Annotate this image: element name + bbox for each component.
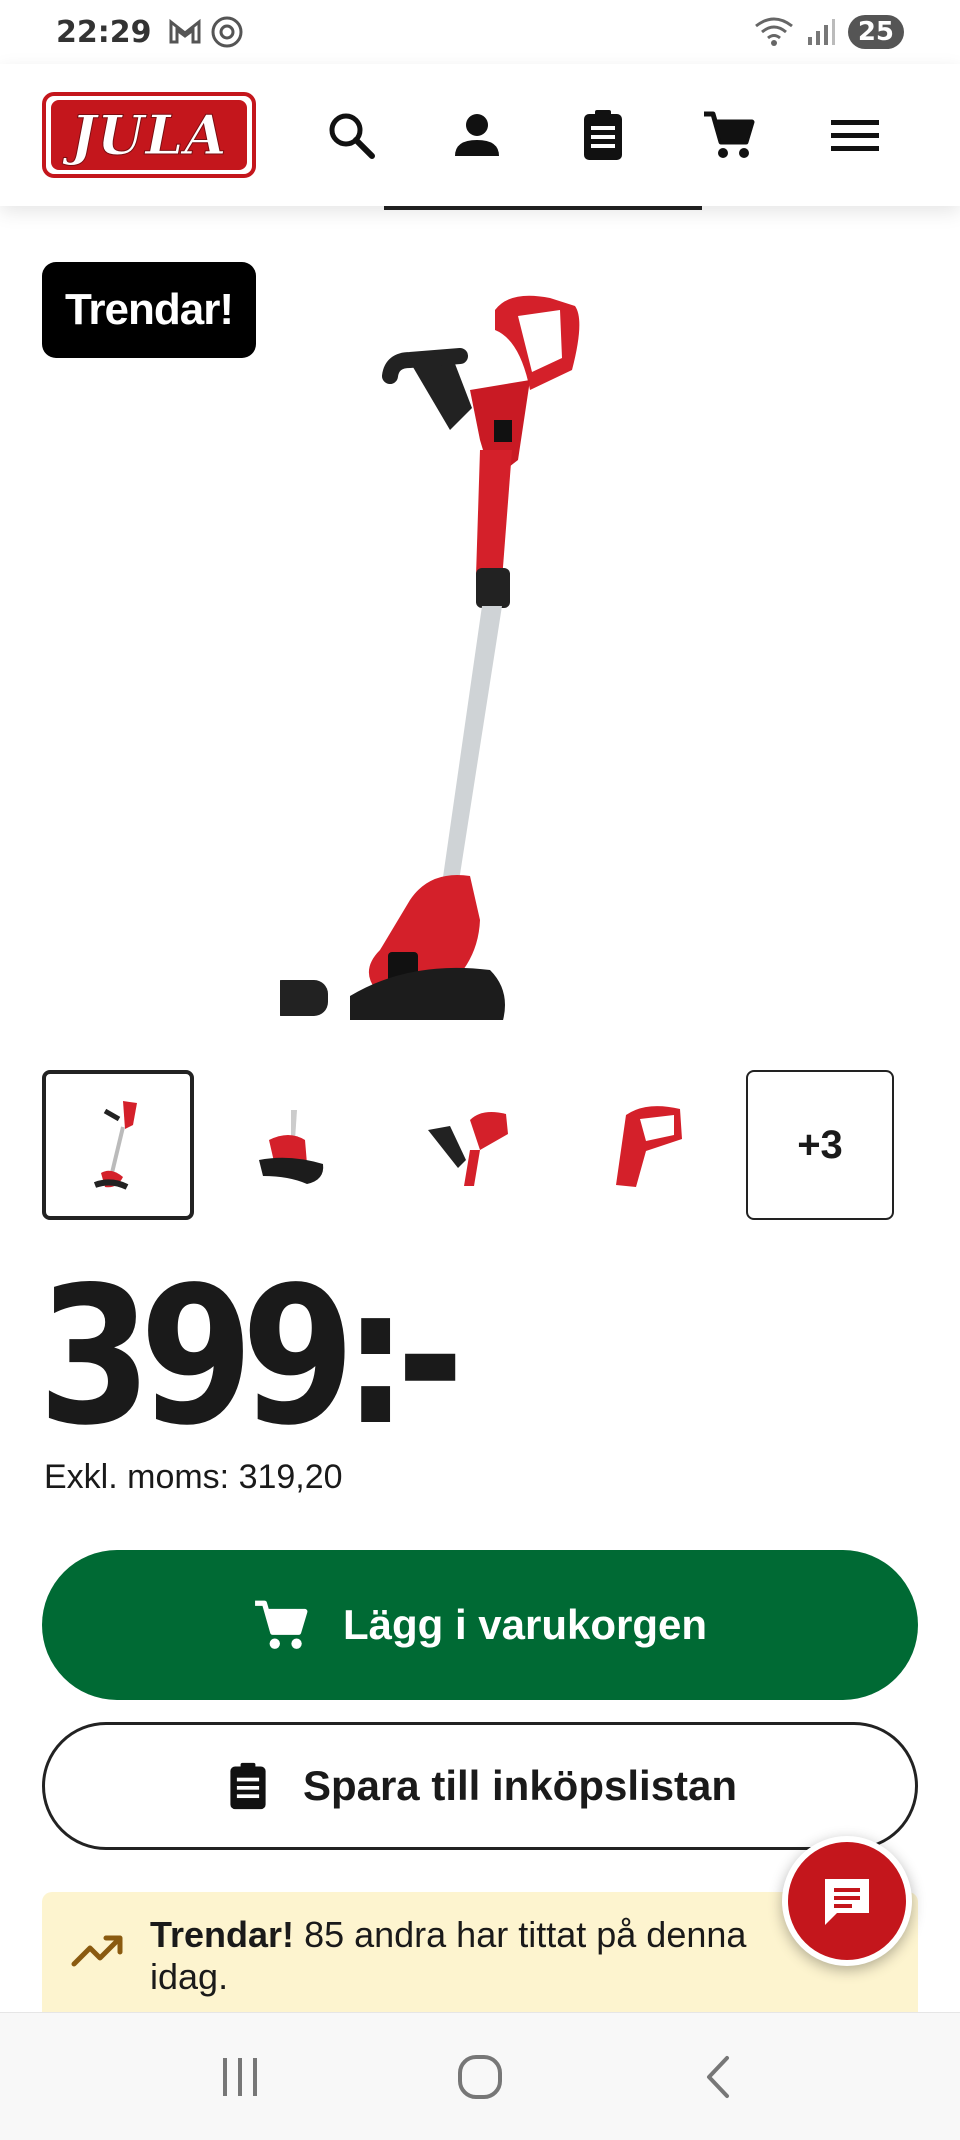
more-images-button[interactable]: +3	[746, 1070, 894, 1220]
site-header: JULA	[0, 64, 960, 206]
trimmer-head-thumbnail-icon	[259, 1110, 324, 1184]
product-price: 399:-	[38, 1246, 464, 1467]
header-icons	[288, 100, 918, 170]
chat-button[interactable]	[782, 1836, 912, 1966]
status-bar: 22:29 25	[0, 0, 960, 64]
wifi-icon	[754, 17, 793, 46]
product-thumbnails: +3	[42, 1070, 894, 1220]
trimmer-grip-thumbnail-icon	[616, 1106, 682, 1187]
trimmer-handle-thumbnail-icon	[428, 1112, 508, 1186]
thumbnail-1[interactable]	[42, 1070, 194, 1220]
save-to-list-label: Spara till inköpslistan	[302, 1762, 738, 1809]
menu-icon	[831, 120, 879, 151]
shopping-list-button[interactable]	[540, 100, 666, 170]
shopping-list-icon	[584, 110, 622, 160]
battery-indicator: 25	[847, 15, 904, 49]
cart-icon	[704, 111, 755, 158]
back-icon	[707, 2055, 729, 2098]
recent-apps-icon	[223, 2057, 257, 2096]
trending-info-text: Trendar! 85 andra har tittat på denna id…	[150, 1914, 770, 1998]
jula-logo[interactable]: JULA	[42, 92, 256, 178]
thumbnail-2[interactable]	[218, 1070, 370, 1220]
add-to-cart-button[interactable]: Lägg i varukorgen	[42, 1550, 918, 1700]
thumbnail-3[interactable]	[394, 1070, 546, 1220]
search-icon	[329, 113, 375, 159]
price-excl-vat: Exkl. moms: 319,20	[44, 1458, 343, 1496]
save-to-shopping-list-button[interactable]: Spara till inköpslistan	[42, 1722, 918, 1850]
shopping-list-icon	[230, 1762, 266, 1810]
cart-button[interactable]	[666, 100, 792, 170]
logo-badge: JULA	[51, 100, 247, 170]
recent-apps-button[interactable]	[200, 2037, 280, 2117]
thumbnail-4[interactable]	[570, 1070, 722, 1220]
trending-up-icon	[71, 1935, 123, 1967]
gmail-icon	[169, 18, 200, 44]
logo-text: JULA	[70, 103, 228, 168]
trending-badge: Trendar!	[42, 262, 256, 358]
cart-icon	[255, 1600, 308, 1649]
menu-button[interactable]	[792, 100, 918, 170]
status-notification-icons	[168, 15, 244, 49]
grass-trimmer-image	[268, 295, 580, 1050]
system-navigation-bar	[0, 2012, 960, 2140]
account-icon	[455, 114, 499, 156]
trimmer-thumbnail-icon	[93, 1101, 137, 1190]
signal-icon	[807, 19, 835, 45]
home-button[interactable]	[440, 2037, 520, 2117]
status-time: 22:29	[56, 14, 152, 50]
at-sign-icon	[211, 16, 242, 48]
search-button[interactable]	[288, 100, 414, 170]
product-main-image[interactable]	[268, 280, 700, 1050]
trending-info-label: Trendar!	[150, 1914, 295, 1955]
reviews-link-underline	[384, 206, 702, 210]
back-button[interactable]	[680, 2037, 760, 2117]
chat-icon	[825, 1879, 869, 1925]
add-to-cart-label: Lägg i varukorgen	[342, 1601, 708, 1648]
account-button[interactable]	[414, 100, 540, 170]
home-icon	[458, 2054, 502, 2099]
